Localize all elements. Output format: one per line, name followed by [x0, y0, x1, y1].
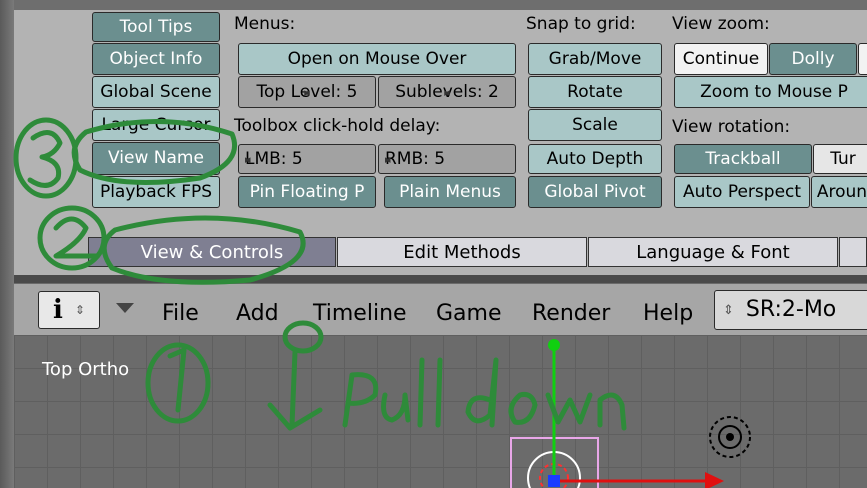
view-name-toggle[interactable]: View Name — [92, 142, 220, 175]
grab-move-toggle[interactable]: Grab/Move — [528, 43, 662, 75]
collapse-menus-triangle-icon[interactable] — [116, 303, 134, 313]
global-pivot-toggle[interactable]: Global Pivot — [528, 176, 662, 208]
increment-arrow-icon: ▸ — [385, 152, 391, 166]
auto-perspective-toggle[interactable]: Auto Perspect — [674, 176, 810, 208]
window-left-edge — [0, 0, 14, 488]
lmb-value: LMB: 5 — [245, 148, 303, 169]
rotate-toggle[interactable]: Rotate — [528, 76, 662, 108]
view-zoom-label: View zoom: — [672, 14, 770, 34]
increment-arrow-icon: ▸ — [245, 152, 251, 166]
plain-menus-toggle[interactable]: Plain Menus — [384, 176, 516, 208]
screen-selector[interactable]: ⇕ SR:2-Mo — [714, 290, 867, 330]
scale-toggle[interactable]: Scale — [528, 109, 662, 141]
menu-add[interactable]: Add — [236, 301, 279, 326]
3d-viewport[interactable]: Top Ortho — [14, 335, 867, 488]
window-type-selector[interactable]: i ⇕ — [38, 291, 100, 329]
rmb-value: RMB: 5 — [385, 148, 446, 169]
increment-arrow-icon: ▸ — [444, 85, 450, 99]
pin-floating-toggle[interactable]: Pin Floating P — [238, 176, 376, 208]
around-selection-toggle[interactable]: Aroun — [811, 176, 867, 208]
screen-name: SR:2-Mo — [745, 297, 837, 322]
snap-to-grid-label: Snap to grid: — [526, 14, 636, 34]
playback-fps-toggle[interactable]: Playback FPS — [92, 176, 220, 208]
view-rotation-label: View rotation: — [672, 117, 791, 137]
menu-file[interactable]: File — [162, 301, 199, 326]
screenshot: Tool Tips Object Info Global Scene Large… — [0, 0, 867, 488]
large-cursor-toggle[interactable]: Large Cursor — [92, 109, 220, 141]
tab-themes[interactable] — [839, 237, 867, 267]
menu-render[interactable]: Render — [532, 301, 610, 326]
sublevels-field[interactable]: ◂ Sublevels: 2 ▸ — [378, 76, 516, 108]
updown-arrows-icon: ⇕ — [723, 302, 734, 318]
rmb-delay-field[interactable]: ◂ RMB: 5 ▸ — [378, 144, 516, 174]
menu-game[interactable]: Game — [436, 301, 502, 326]
menu-help[interactable]: Help — [643, 301, 693, 326]
lmb-delay-field[interactable]: ◂ LMB: 5 ▸ — [238, 144, 376, 174]
turntable-option[interactable]: Tur — [813, 144, 867, 174]
updown-arrows-icon: ⇕ — [74, 303, 85, 317]
increment-arrow-icon: ▸ — [304, 85, 310, 99]
object-info-toggle[interactable]: Object Info — [92, 43, 220, 75]
user-preferences-panel: Tool Tips Object Info Global Scene Large… — [14, 10, 867, 275]
viewport-name-label: Top Ortho — [42, 359, 130, 380]
tool-tips-toggle[interactable]: Tool Tips — [92, 12, 220, 42]
top-level-field[interactable]: ◂ Top Level: 5 ▸ — [238, 76, 376, 108]
zoom-dolly-option[interactable]: Dolly — [769, 43, 857, 75]
tab-view-controls[interactable]: View & Controls — [88, 237, 336, 267]
tab-language-font[interactable]: Language & Font — [588, 237, 838, 267]
open-on-mouse-over-toggle[interactable]: Open on Mouse Over — [238, 43, 516, 75]
trackball-option[interactable]: Trackball — [674, 144, 812, 174]
info-header: i ⇕ File Add Timeline Game Render Help ⇕… — [14, 283, 867, 338]
zoom-scale-option[interactable] — [858, 43, 867, 75]
auto-depth-toggle[interactable]: Auto Depth — [528, 144, 662, 174]
menu-timeline[interactable]: Timeline — [313, 301, 407, 326]
info-icon: i — [53, 295, 63, 325]
menus-label: Menus: — [234, 14, 296, 34]
zoom-continue-option[interactable]: Continue — [674, 43, 768, 75]
tab-edit-methods[interactable]: Edit Methods — [337, 237, 587, 267]
toolbox-delay-label: Toolbox click-hold delay: — [234, 116, 441, 136]
zoom-to-mouse-toggle[interactable]: Zoom to Mouse P — [674, 76, 867, 108]
global-scene-toggle[interactable]: Global Scene — [92, 76, 220, 108]
